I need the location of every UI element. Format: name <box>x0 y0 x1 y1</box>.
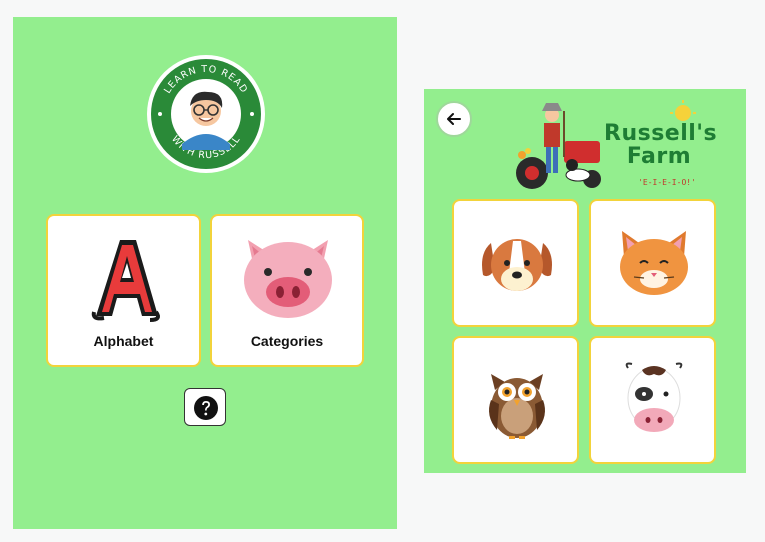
dog-icon <box>482 239 552 291</box>
letter-a-icon <box>91 240 160 322</box>
owl-card[interactable] <box>452 336 579 464</box>
categories-label: Categories <box>250 333 324 349</box>
cow-card[interactable] <box>589 336 716 464</box>
arrow-left-icon <box>447 113 461 125</box>
question-circle-icon <box>194 396 218 420</box>
back-button[interactable] <box>436 101 472 137</box>
cat-card[interactable] <box>589 199 716 327</box>
help-button[interactable] <box>184 388 226 426</box>
alphabet-card[interactable]: Alphabet <box>46 214 201 367</box>
cat-icon <box>620 231 688 295</box>
alphabet-label: Alphabet <box>93 333 154 349</box>
owl-icon <box>489 374 545 439</box>
farm-screen: Russell's Farm 'E-I-E-I-O!' <box>424 89 746 473</box>
farm-title-line2: Farm <box>626 144 692 169</box>
cow-icon <box>625 362 683 432</box>
home-screen: LEARN TO READ WITH RUSSELL Alphab <box>13 17 397 529</box>
dog-card[interactable] <box>452 199 579 327</box>
categories-card[interactable]: Categories <box>210 214 364 367</box>
farm-title-line1: Russell's <box>604 121 718 146</box>
pig-icon <box>244 240 332 318</box>
farmer-tractor-illustration <box>514 97 606 194</box>
farm-title: Russell's Farm <box>604 121 718 169</box>
learn-to-read-logo: LEARN TO READ WITH RUSSELL <box>146 54 266 174</box>
farm-subtitle: 'E-I-E-I-O!' <box>638 178 696 187</box>
